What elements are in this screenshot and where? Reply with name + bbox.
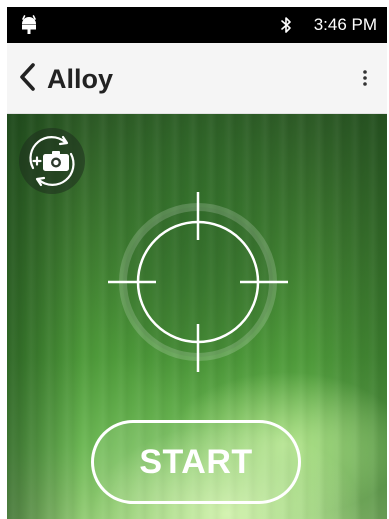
page-title: Alloy: [47, 64, 114, 94]
back-button[interactable]: [13, 57, 45, 97]
switch-camera-button[interactable]: [19, 128, 85, 194]
status-time: 3:46 PM: [313, 15, 377, 34]
start-button[interactable]: START: [91, 420, 301, 504]
bluetooth-icon: [281, 17, 291, 33]
crosshair-icon: [108, 192, 288, 372]
more-options-button[interactable]: [355, 63, 375, 93]
android-icon: [22, 15, 36, 34]
status-bar: 3:46 PM: [7, 7, 387, 43]
switch-camera-icon: [29, 135, 75, 187]
camera-preview: START: [7, 114, 387, 519]
chevron-left-icon: [20, 63, 35, 91]
more-vertical-icon: [363, 70, 367, 86]
app-screen: 3:46 PM Alloy START: [7, 7, 387, 519]
app-bar: Alloy: [7, 43, 387, 114]
